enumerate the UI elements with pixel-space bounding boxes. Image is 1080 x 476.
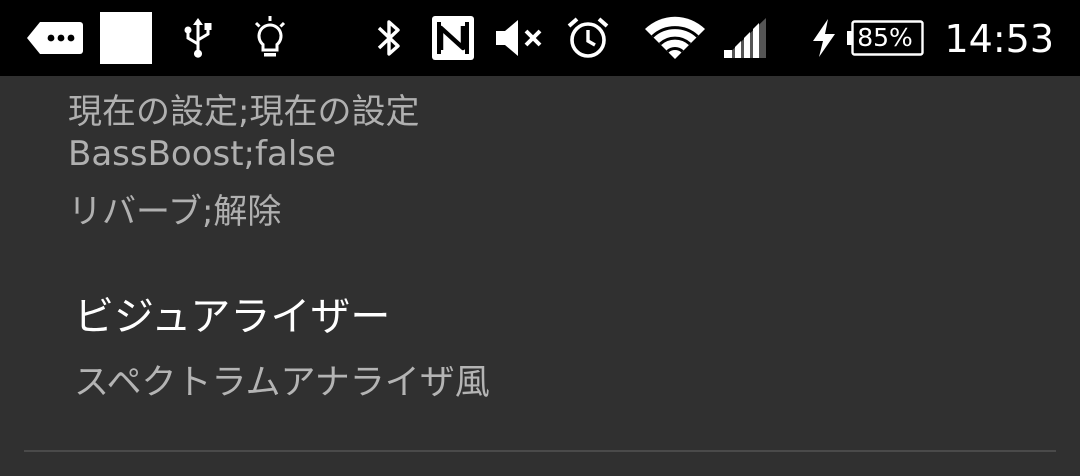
nfc-icon <box>430 0 476 76</box>
visualizer-summary: スペクトラムアナライザ風 <box>74 363 490 403</box>
volume-muted-icon <box>494 0 550 76</box>
wifi-icon <box>644 0 706 76</box>
usb-icon <box>180 0 216 76</box>
current-settings-line-2: BassBoost;false <box>68 134 336 174</box>
battery-icon: 85% <box>846 20 924 56</box>
bluetooth-icon <box>374 0 404 76</box>
divider <box>24 450 1056 452</box>
notification-more-icon[interactable] <box>26 0 84 76</box>
clock-time: 14:53 <box>944 17 1054 61</box>
white-square-icon <box>100 0 152 76</box>
current-settings-line-1: 現在の設定;現在の設定 <box>68 92 420 132</box>
alarm-icon <box>566 0 610 76</box>
status-bar: 85% 14:53 <box>0 0 1080 76</box>
lightbulb-icon <box>252 0 288 76</box>
battery-percent: 85% <box>857 23 913 52</box>
settings-content: 現在の設定;現在の設定 BassBoost;false リバーブ;解除 ビジュア… <box>0 76 1080 476</box>
charging-icon <box>810 0 838 76</box>
visualizer-title: ビジュアライザー <box>74 294 391 340</box>
current-settings-line-3: リバーブ;解除 <box>68 192 282 232</box>
cell-signal-icon <box>722 0 768 76</box>
